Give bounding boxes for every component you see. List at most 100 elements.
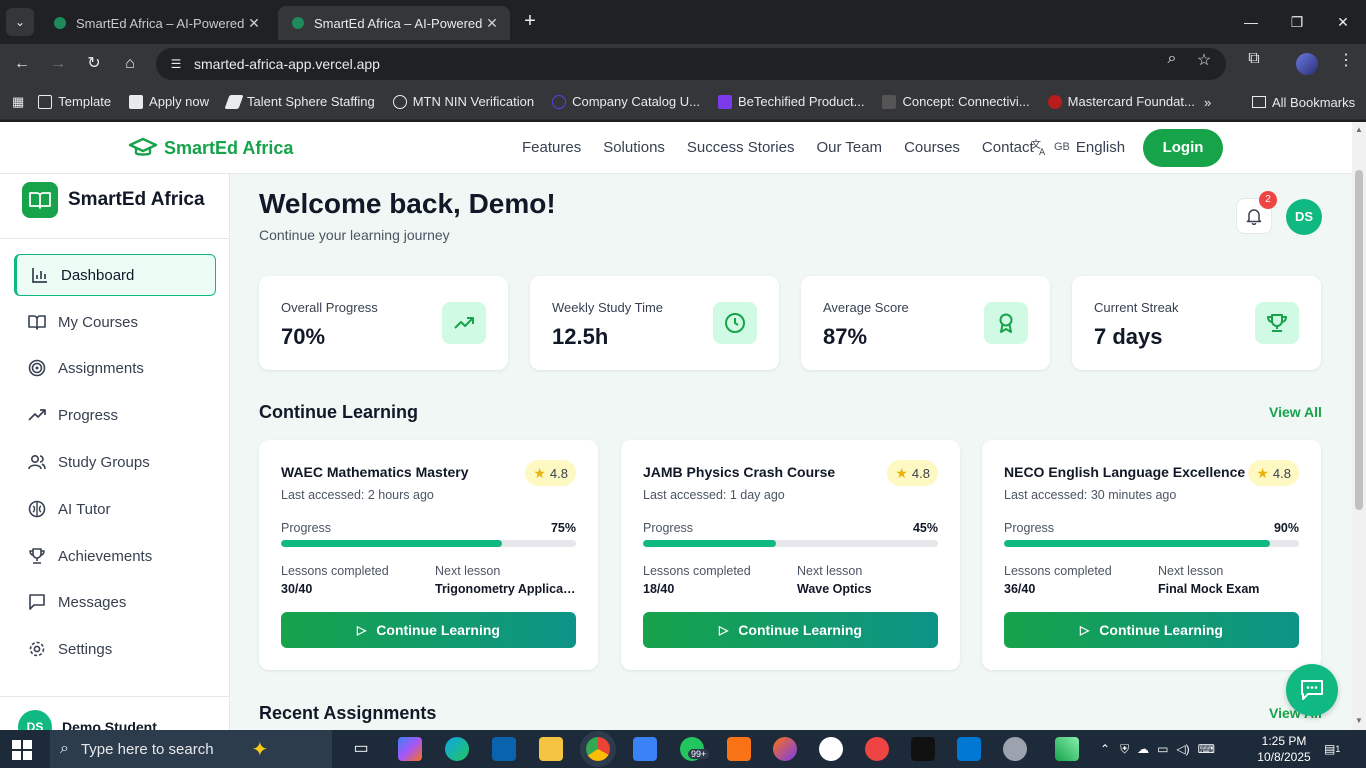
address-bar[interactable]: ☰ smarted-africa-app.vercel.app xyxy=(156,48,1226,80)
network-icon[interactable]: ▭ xyxy=(1157,742,1168,756)
nav-link-courses[interactable]: Courses xyxy=(904,139,960,156)
scrollbar-thumb[interactable] xyxy=(1355,170,1363,510)
bookmark-item[interactable]: Talent Sphere Staffing xyxy=(224,94,375,109)
zoom-icon[interactable]: ⌕ xyxy=(1160,50,1184,68)
last-accessed: Last accessed: 30 minutes ago xyxy=(1004,488,1177,502)
cloud-icon[interactable]: ☁ xyxy=(1137,742,1149,756)
chrome-icon[interactable] xyxy=(586,737,610,761)
browser-tab-bar: ⌄ SmartEd Africa – AI-Powered Of ✕ Smart… xyxy=(0,0,1366,44)
nav-link-contact[interactable]: Contact xyxy=(982,139,1034,156)
notifications-button[interactable]: 2 xyxy=(1236,191,1277,234)
profile-avatar[interactable] xyxy=(1296,53,1318,75)
browser-tab-1[interactable]: SmartEd Africa – AI-Powered Of ✕ xyxy=(40,6,272,40)
star-icon: ★ xyxy=(533,464,546,481)
sidebar-user[interactable]: DS Demo Student xyxy=(18,710,157,730)
nav-link-success-stories[interactable]: Success Stories xyxy=(687,139,795,156)
sidebar-item-study-groups[interactable]: Study Groups xyxy=(14,441,216,483)
app-icon[interactable] xyxy=(1003,737,1027,761)
all-bookmarks[interactable]: All Bookmarks xyxy=(1252,84,1355,120)
firefox-icon[interactable] xyxy=(773,737,797,761)
store-icon[interactable] xyxy=(633,737,657,761)
apps-grid-icon[interactable]: ▦ xyxy=(12,94,24,110)
sidebar-item-assignments[interactable]: Assignments xyxy=(14,347,216,389)
nav-link-features[interactable]: Features xyxy=(522,139,581,156)
more-bookmarks-icon[interactable]: » xyxy=(1204,84,1211,120)
sidebar-item-my-courses[interactable]: My Courses xyxy=(14,301,216,343)
maximize-button[interactable]: ❐ xyxy=(1274,8,1320,36)
bookmark-item[interactable]: Concept: Connectivi... xyxy=(882,94,1030,109)
chat-button[interactable] xyxy=(1286,664,1338,716)
file-explorer-icon[interactable] xyxy=(539,737,563,761)
bookmark-star-icon[interactable]: ☆ xyxy=(1192,50,1216,70)
app-icon[interactable] xyxy=(1055,737,1079,761)
notifications-center-icon[interactable]: ▤ 1 xyxy=(1324,730,1340,768)
progress-bar-fill xyxy=(281,540,503,547)
new-tab-button[interactable]: + xyxy=(518,10,542,34)
sidebar-brand[interactable]: SmartEd Africa xyxy=(22,182,205,218)
minimize-button[interactable]: — xyxy=(1228,8,1274,36)
page-scrollbar[interactable]: ▲ ▼ xyxy=(1352,122,1366,730)
task-view-icon[interactable]: ▭ xyxy=(349,737,373,761)
continue-learning-button[interactable]: ▷ Continue Learning xyxy=(643,612,938,648)
sidebar-item-settings[interactable]: Settings xyxy=(14,628,216,670)
forward-button[interactable]: → xyxy=(46,52,70,76)
chevron-up-icon[interactable]: ⌃ xyxy=(1100,742,1110,756)
edge-icon[interactable] xyxy=(445,737,469,761)
bookmark-item[interactable]: Apply now xyxy=(129,94,209,109)
app-icon[interactable] xyxy=(865,737,889,761)
progress-value: 90% xyxy=(1273,521,1299,535)
login-button[interactable]: Login xyxy=(1143,129,1223,167)
brave-icon[interactable] xyxy=(727,737,751,761)
tab-close-icon[interactable]: ✕ xyxy=(246,15,262,32)
copilot-icon[interactable] xyxy=(398,737,422,761)
course-title[interactable]: WAEC Mathematics Mastery xyxy=(281,464,469,480)
windows-start-icon[interactable] xyxy=(12,740,32,760)
close-window-button[interactable]: ✕ xyxy=(1320,8,1366,36)
site-brand[interactable]: SmartEd Africa xyxy=(128,136,293,160)
site-info-icon[interactable]: ☰ xyxy=(164,57,188,71)
bookmark-item[interactable]: Mastercard Foundat... xyxy=(1047,94,1195,109)
course-title[interactable]: NECO English Language Excellence xyxy=(1004,464,1245,480)
bookmark-item[interactable]: Company Catalog U... xyxy=(552,94,700,109)
security-icon[interactable]: ⛨ xyxy=(1120,742,1129,757)
system-tray[interactable]: ⌃ ⛨ ☁ ▭ ◁) ⌨ xyxy=(1100,730,1215,768)
target-icon xyxy=(28,359,46,377)
sidebar-item-ai-tutor[interactable]: AI Tutor xyxy=(14,488,216,530)
sidebar-item-messages[interactable]: Messages xyxy=(14,581,216,623)
terminal-icon[interactable] xyxy=(911,737,935,761)
tab-close-icon[interactable]: ✕ xyxy=(484,15,500,32)
bookmark-item[interactable]: Template xyxy=(38,94,111,109)
github-icon[interactable] xyxy=(819,737,843,761)
browser-tab-2[interactable]: SmartEd Africa – AI-Powered Of ✕ xyxy=(278,6,510,40)
whatsapp-icon[interactable]: 99+ xyxy=(680,737,710,761)
nav-link-our-team[interactable]: Our Team xyxy=(816,139,882,156)
scroll-up-icon[interactable]: ▲ xyxy=(1355,125,1363,134)
course-title[interactable]: JAMB Physics Crash Course xyxy=(643,464,835,480)
extensions-icon[interactable]: ⧉ xyxy=(1242,50,1266,68)
chrome-menu-icon[interactable]: ⋮ xyxy=(1334,50,1358,70)
language-selector[interactable]: 文A GB English xyxy=(1030,138,1125,156)
sidebar-item-dashboard[interactable]: Dashboard xyxy=(14,254,216,296)
taskbar-clock[interactable]: 1:25 PM 10/8/2025 xyxy=(1256,733,1312,765)
view-all-courses-link[interactable]: View All xyxy=(1269,404,1322,420)
vscode-icon[interactable] xyxy=(957,737,981,761)
bookmark-item[interactable]: BeTechified Product... xyxy=(718,94,864,109)
user-avatar[interactable]: DS xyxy=(1286,199,1322,235)
keyboard-icon[interactable]: ⌨ xyxy=(1198,742,1215,756)
continue-learning-button[interactable]: ▷ Continue Learning xyxy=(1004,612,1299,648)
search-placeholder: Type here to search xyxy=(80,740,214,758)
taskbar-search[interactable]: ⌕ Type here to search ✦ xyxy=(50,730,332,768)
home-button[interactable]: ⌂ xyxy=(118,52,142,76)
nav-link-solutions[interactable]: Solutions xyxy=(603,139,665,156)
reload-button[interactable]: ↻ xyxy=(82,52,106,76)
sidebar-item-achievements[interactable]: Achievements xyxy=(14,535,216,577)
next-lesson-label: Next lesson xyxy=(797,564,863,578)
outlook-icon[interactable] xyxy=(492,737,516,761)
back-button[interactable]: ← xyxy=(10,52,34,76)
sidebar-item-progress[interactable]: Progress xyxy=(14,394,216,436)
bookmark-item[interactable]: MTN NIN Verification xyxy=(392,94,534,109)
scroll-down-icon[interactable]: ▼ xyxy=(1355,716,1363,725)
tab-search-button[interactable]: ⌄ xyxy=(6,8,34,36)
continue-learning-button[interactable]: ▷ Continue Learning xyxy=(281,612,576,648)
volume-icon[interactable]: ◁) xyxy=(1176,742,1189,756)
